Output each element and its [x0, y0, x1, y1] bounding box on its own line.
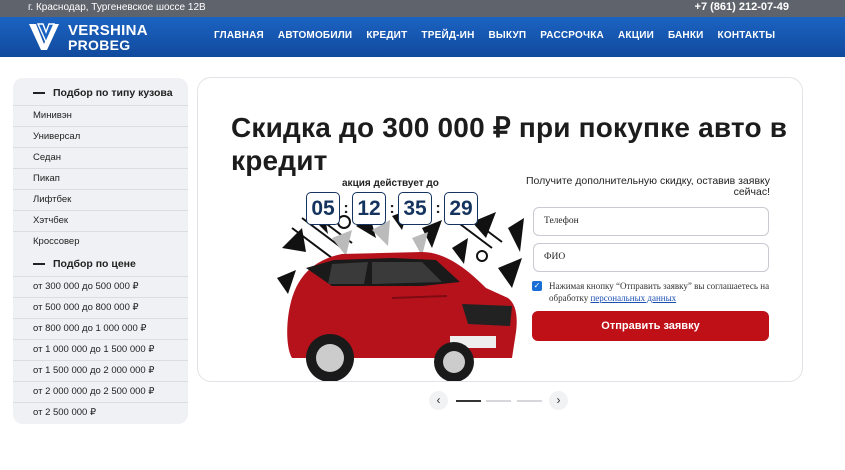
timer-separator: :: [389, 199, 395, 217]
car-promo-image: [272, 208, 532, 381]
timer-seconds: 29: [444, 192, 478, 225]
name-field[interactable]: ФИО: [533, 243, 769, 272]
logo-text-bottom: PROBEG: [68, 37, 131, 53]
phone-field[interactable]: Телефон: [533, 207, 769, 236]
nav-item-trade-in[interactable]: ТРЕЙД-ИН: [421, 30, 474, 41]
top-bar: г. Краснодар, Тургеневское шоссе 12В +7 …: [0, 0, 845, 17]
nav-item-installment[interactable]: РАССРОЧКА: [540, 30, 604, 41]
slide-indicator[interactable]: [486, 400, 511, 402]
consent-text: Нажимая кнопку “Отправить заявку” вы сог…: [549, 280, 771, 304]
sidebar-item-pickup[interactable]: Пикап: [13, 168, 188, 189]
offer-text: Получите дополнительную скидку, оставив …: [525, 175, 770, 198]
nav-item-banks[interactable]: БАНКИ: [668, 30, 704, 41]
sidebar-item-hatchback[interactable]: Хэтчбек: [13, 210, 188, 231]
nav-item-credit[interactable]: КРЕДИТ: [366, 30, 407, 41]
promo-deadline-label: акция действует до: [342, 178, 439, 189]
sidebar-item-sedan[interactable]: Седан: [13, 147, 188, 168]
sidebar-item-price-range[interactable]: от 1 000 000 до 1 500 000 ₽: [13, 339, 188, 360]
countdown-timer: 05 : 12 : 35 : 29: [306, 192, 478, 225]
sidebar-item-crossover[interactable]: Кроссовер: [13, 231, 188, 252]
filter-sidebar: Подбор по типу кузова Минивэн Универсал …: [13, 78, 188, 424]
timer-separator: :: [343, 199, 349, 217]
body-type-heading: Подбор по типу кузова: [33, 87, 173, 99]
nav-item-cars[interactable]: АВТОМОБИЛИ: [278, 30, 352, 41]
nav-item-home[interactable]: ГЛАВНАЯ: [214, 30, 264, 41]
phone-link[interactable]: +7 (861) 212-07-49: [695, 1, 789, 13]
slide-indicator[interactable]: [456, 400, 481, 402]
sidebar-item-liftback[interactable]: Лифтбек: [13, 189, 188, 210]
timer-days: 05: [306, 192, 340, 225]
banner-headline: Скидка до 300 000 ₽ при покупке авто в к…: [231, 112, 788, 176]
price-heading: Подбор по цене: [33, 258, 136, 270]
sidebar-item-price-range[interactable]: от 500 000 до 800 000 ₽: [13, 297, 188, 318]
main-navbar: VERSHINA PROBEG ГЛАВНАЯ АВТОМОБИЛИ КРЕДИ…: [0, 17, 845, 57]
sidebar-item-minivan[interactable]: Минивэн: [13, 105, 188, 126]
sidebar-item-price-range[interactable]: от 2 000 000 до 2 500 000 ₽: [13, 381, 188, 402]
timer-hours: 12: [352, 192, 386, 225]
sidebar-item-price-range[interactable]: от 2 500 000 ₽: [13, 402, 188, 423]
consent-checkbox[interactable]: ✓: [532, 281, 542, 291]
chevron-right-icon[interactable]: ›: [549, 391, 568, 410]
address-text: г. Краснодар, Тургеневское шоссе 12В: [28, 2, 206, 13]
submit-button[interactable]: Отправить заявку: [532, 311, 769, 341]
price-title: Подбор по цене: [53, 258, 136, 270]
sidebar-item-price-range[interactable]: от 800 000 до 1 000 000 ₽: [13, 318, 188, 339]
promo-banner: Скидка до 300 000 ₽ при покупке авто в к…: [197, 77, 803, 382]
site-logo[interactable]: VERSHINA PROBEG: [28, 20, 163, 54]
nav-item-buyout[interactable]: ВЫКУП: [489, 30, 527, 41]
slider-nav: ‹ ›: [429, 391, 569, 411]
sidebar-item-wagon[interactable]: Универсал: [13, 126, 188, 147]
privacy-link[interactable]: персональных данных: [590, 293, 676, 303]
body-type-title: Подбор по типу кузова: [53, 87, 173, 99]
sidebar-item-price-range[interactable]: от 1 500 000 до 2 000 000 ₽: [13, 360, 188, 381]
slide-indicator[interactable]: [517, 400, 542, 402]
nav-item-promotions[interactable]: АКЦИИ: [618, 30, 654, 41]
timer-separator: :: [435, 199, 441, 217]
nav-item-contacts[interactable]: КОНТАКТЫ: [718, 30, 776, 41]
heading-dash: [33, 92, 45, 94]
nav-menu: ГЛАВНАЯ АВТОМОБИЛИ КРЕДИТ ТРЕЙД-ИН ВЫКУП…: [214, 30, 775, 41]
timer-minutes: 35: [398, 192, 432, 225]
logo-mark-icon: [29, 23, 59, 50]
chevron-left-icon[interactable]: ‹: [429, 391, 448, 410]
sidebar-item-price-range[interactable]: от 300 000 до 500 000 ₽: [13, 276, 188, 297]
heading-dash: [33, 263, 45, 265]
